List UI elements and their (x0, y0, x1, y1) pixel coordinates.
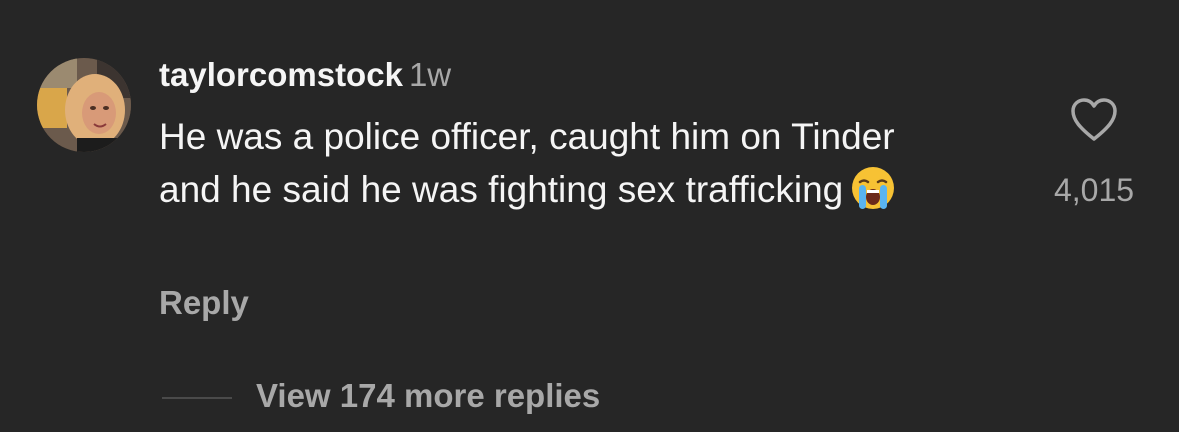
timestamp: 1w (408, 56, 452, 93)
comment-body: He was a police officer, caught him on T… (159, 110, 959, 224)
username[interactable]: taylorcomstock (159, 56, 403, 93)
comment-text: He was a police officer, caught him on T… (159, 116, 895, 210)
heart-icon[interactable] (1070, 97, 1118, 143)
replies-divider (162, 397, 232, 399)
avatar-photo (37, 58, 131, 152)
like-count: 4,015 (1053, 172, 1135, 208)
comment-header: taylorcomstock 1w (159, 54, 451, 96)
avatar[interactable] (37, 58, 131, 152)
reply-button[interactable]: Reply (159, 282, 249, 324)
view-more-replies-button[interactable]: View 174 more replies (256, 375, 600, 417)
loudly-crying-face-icon (851, 166, 895, 224)
